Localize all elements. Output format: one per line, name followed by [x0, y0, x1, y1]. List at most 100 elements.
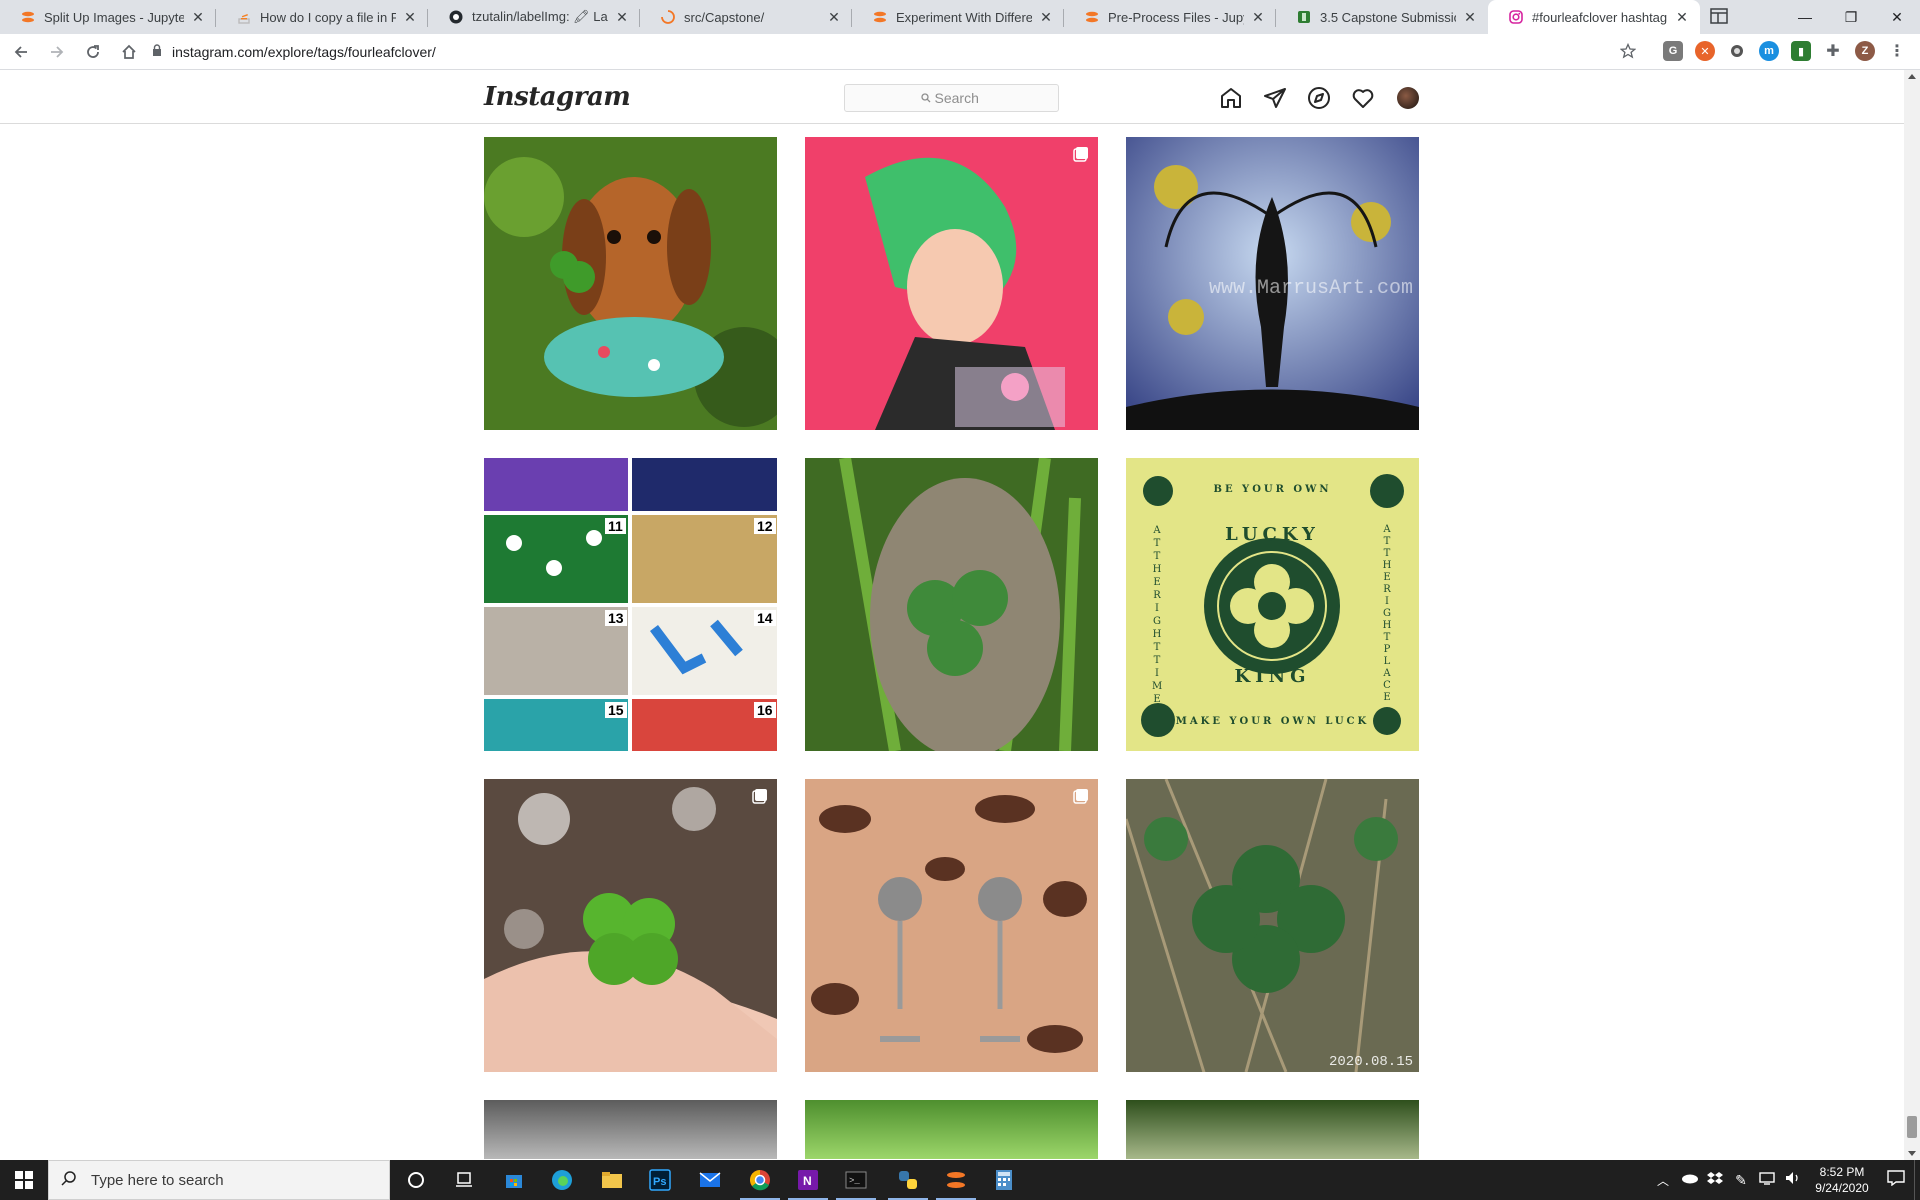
poster-title-king: KING: [1234, 666, 1311, 687]
explore-compass-icon[interactable]: [1307, 86, 1331, 110]
earrings-photo: [805, 779, 1098, 1072]
notifications-icon[interactable]: [1878, 1169, 1914, 1191]
anime-illustration: [805, 137, 1098, 430]
tab-src-capstone[interactable]: src/Capstone/ ✕: [640, 0, 852, 34]
search-input[interactable]: [934, 90, 983, 106]
chrome-icon[interactable]: [736, 1160, 784, 1200]
onenote-icon[interactable]: N: [784, 1160, 832, 1200]
page-scrollbar[interactable]: [1904, 70, 1920, 1160]
python-icon[interactable]: [884, 1160, 932, 1200]
scroll-down-icon[interactable]: [1908, 1151, 1916, 1156]
show-desktop-button[interactable]: [1914, 1160, 1920, 1200]
extension-orange-icon[interactable]: ✕: [1695, 41, 1715, 61]
lucky-king-poster: [1126, 458, 1419, 751]
close-icon[interactable]: ✕: [402, 9, 418, 25]
reload-button[interactable]: [78, 37, 108, 67]
jupyter-taskbar-icon[interactable]: [932, 1160, 980, 1200]
close-icon[interactable]: ✕: [1462, 9, 1478, 25]
edge-icon[interactable]: [538, 1160, 586, 1200]
post-thumbnail[interactable]: [484, 1100, 777, 1159]
post-thumbnail[interactable]: www.MarrusArt.com: [1126, 137, 1419, 430]
close-icon[interactable]: ✕: [1674, 9, 1690, 25]
dropbox-icon[interactable]: [1702, 1171, 1728, 1190]
jupyter-icon: [1084, 9, 1100, 25]
post-thumbnail[interactable]: [484, 137, 777, 430]
poster-top-text: BE YOUR OWN: [1213, 484, 1332, 495]
post-thumbnail[interactable]: 2020.08.15: [1126, 779, 1419, 1072]
close-icon[interactable]: ✕: [614, 9, 630, 25]
post-thumbnail[interactable]: 11 12 13 14 15 16: [484, 458, 777, 751]
extension-green-icon[interactable]: ▮: [1791, 41, 1811, 61]
post-thumbnail[interactable]: [805, 779, 1098, 1072]
system-clock[interactable]: 8:52 PM 9/24/2020: [1806, 1164, 1878, 1196]
show-hidden-icons-icon[interactable]: ︿: [1650, 1172, 1676, 1189]
close-icon[interactable]: ✕: [190, 9, 206, 25]
poster-bottom-text: MAKE YOUR OWN LUCK: [1175, 716, 1370, 727]
extensions-puzzle-icon[interactable]: ✚: [1823, 41, 1843, 61]
close-window-button[interactable]: ✕: [1874, 0, 1920, 34]
post-thumbnail[interactable]: [805, 458, 1098, 751]
home-icon: [122, 44, 136, 59]
profile-avatar[interactable]: Z: [1855, 41, 1875, 61]
bookmark-star-icon[interactable]: [1619, 42, 1637, 64]
activity-heart-icon[interactable]: [1351, 86, 1375, 110]
swatch-number-label: 13: [605, 610, 627, 626]
back-button[interactable]: [6, 37, 36, 67]
fabric-swatches: [484, 458, 777, 751]
instagram-search-box[interactable]: [844, 84, 1059, 112]
close-icon[interactable]: ✕: [826, 9, 842, 25]
microsoft-store-icon[interactable]: [490, 1160, 538, 1200]
photoshop-icon[interactable]: Ps: [636, 1160, 684, 1200]
address-bar[interactable]: instagram.com/explore/tags/fourleafclove…: [144, 38, 1644, 66]
tab-search-icon[interactable]: [1708, 5, 1730, 27]
post-thumbnail[interactable]: BE YOUR OWN LUCKY KING AT THE RIGHT TIME…: [1126, 458, 1419, 751]
tab-title: src/Capstone/: [684, 9, 765, 25]
swatch-number-label: 12: [754, 518, 776, 534]
file-explorer-icon[interactable]: [588, 1160, 636, 1200]
mail-icon[interactable]: [686, 1160, 734, 1200]
home-icon[interactable]: [1219, 86, 1243, 110]
terminal-icon[interactable]: >_: [832, 1160, 880, 1200]
post-thumbnail[interactable]: [805, 137, 1098, 430]
tab-title: 3.5 Capstone Submission - Sp: [1320, 9, 1456, 25]
swatch-number-label: 15: [605, 702, 627, 718]
post-thumbnail[interactable]: [1126, 1100, 1419, 1159]
task-view-icon[interactable]: [440, 1160, 488, 1200]
profile-avatar[interactable]: [1397, 87, 1419, 109]
close-icon[interactable]: ✕: [1038, 9, 1054, 25]
loading-icon: [660, 9, 676, 25]
onedrive-icon[interactable]: [1676, 1171, 1702, 1189]
tab-pre-process[interactable]: Pre-Process Files - Jupyter N ✕: [1064, 0, 1276, 34]
windows-start-icon[interactable]: [0, 1160, 48, 1200]
tab-labelimg[interactable]: tzutalin/labelImg: 🖍 Labelimg ✕: [428, 0, 640, 34]
tab-experiment[interactable]: Experiment With Different M ✕: [852, 0, 1064, 34]
extension-circle-icon[interactable]: [1727, 41, 1747, 61]
close-icon[interactable]: ✕: [1250, 9, 1266, 25]
home-button[interactable]: [114, 37, 144, 67]
post-thumbnail[interactable]: [805, 1100, 1098, 1159]
grammarly-extension-icon[interactable]: G: [1663, 41, 1683, 61]
search-icon: [920, 90, 931, 106]
tab-split-up-images[interactable]: Split Up Images - Jupyter N ✕: [0, 0, 216, 34]
restore-button[interactable]: ❐: [1828, 0, 1874, 34]
post-thumbnail[interactable]: [484, 779, 777, 1072]
taskbar-search-box[interactable]: Type here to search: [48, 1160, 390, 1200]
calculator-icon[interactable]: [980, 1160, 1028, 1200]
tab-capstone-submission[interactable]: 3.5 Capstone Submission - Sp ✕: [1276, 0, 1488, 34]
tab-fourleafclover[interactable]: #fourleafclover hashtag on Ins ✕: [1488, 0, 1700, 34]
scrollbar-thumb[interactable]: [1907, 1116, 1917, 1138]
chrome-menu-icon[interactable]: ⋮: [1887, 41, 1907, 61]
jupyter-icon: [872, 9, 888, 25]
instagram-logo[interactable]: Instagram: [484, 82, 631, 112]
network-icon[interactable]: [1754, 1171, 1780, 1190]
pen-workspace-icon[interactable]: ✎: [1728, 1172, 1754, 1189]
direct-message-icon[interactable]: [1263, 86, 1287, 110]
forward-button[interactable]: [42, 37, 72, 67]
extension-blue-icon[interactable]: m: [1759, 41, 1779, 61]
cortana-icon[interactable]: [392, 1160, 440, 1200]
lock-icon[interactable]: [152, 43, 162, 61]
tab-copy-file[interactable]: How do I copy a file in Pyth ✕: [216, 0, 428, 34]
volume-icon[interactable]: [1780, 1171, 1806, 1190]
minimize-button[interactable]: —: [1782, 0, 1828, 34]
scroll-up-icon[interactable]: [1908, 74, 1916, 79]
